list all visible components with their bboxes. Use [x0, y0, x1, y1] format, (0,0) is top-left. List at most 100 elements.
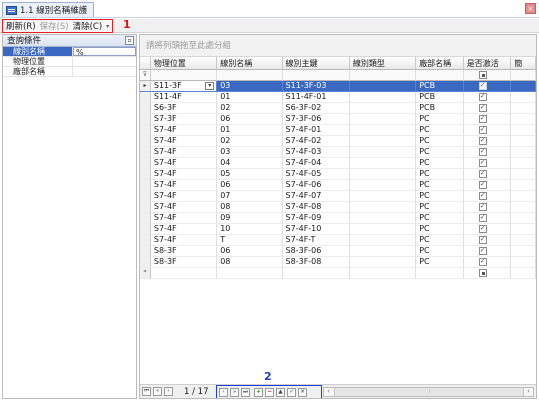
- cell-active[interactable]: [463, 92, 512, 103]
- row-indicator[interactable]: [140, 103, 151, 114]
- cell-plant[interactable]: PC: [416, 246, 464, 257]
- cell-line-type[interactable]: [349, 180, 417, 191]
- filter-active-checkbox[interactable]: [478, 71, 487, 79]
- row-indicator[interactable]: ▸: [140, 81, 151, 92]
- column-header-location[interactable]: 物理位置: [150, 57, 218, 70]
- cell-line-key[interactable]: S7-4F-05: [282, 169, 350, 180]
- cell-line-type[interactable]: [349, 92, 417, 103]
- cell-truncated[interactable]: [511, 202, 536, 213]
- cell-line-key[interactable]: S7-4F-09: [282, 213, 350, 224]
- cell-line-type[interactable]: [349, 158, 417, 169]
- cell-line-type[interactable]: [349, 224, 417, 235]
- active-checkbox[interactable]: [478, 147, 487, 156]
- cell-truncated[interactable]: [511, 191, 536, 202]
- cell-location[interactable]: S11-3F ▾: [150, 81, 218, 92]
- cell-plant[interactable]: PC: [416, 191, 464, 202]
- horizontal-scrollbar[interactable]: ‹ ⦙ ›: [323, 387, 534, 397]
- table-row[interactable]: S8-3F 06 S8-3F-06 PC: [140, 246, 536, 257]
- table-row[interactable]: S7-3F 06 S7-3F-06 PC: [140, 114, 536, 125]
- active-checkbox[interactable]: [478, 246, 487, 255]
- cell-location[interactable]: S7-3F: [150, 114, 218, 125]
- cell-active[interactable]: [463, 136, 512, 147]
- cell-truncated[interactable]: [511, 169, 536, 180]
- cell-line-name[interactable]: 04: [217, 158, 283, 169]
- cell-location[interactable]: S7-4F: [150, 147, 218, 158]
- cell-active[interactable]: [463, 257, 512, 268]
- cell-location[interactable]: S7-4F: [150, 224, 218, 235]
- cell-plant[interactable]: PC: [416, 257, 464, 268]
- row-indicator[interactable]: [140, 114, 151, 125]
- cell-line-type[interactable]: [349, 213, 417, 224]
- cell-location[interactable]: S7-4F: [150, 169, 218, 180]
- active-checkbox[interactable]: [478, 114, 487, 123]
- new-row-cell[interactable]: [463, 268, 512, 279]
- cell-line-key[interactable]: S7-4F-08: [282, 202, 350, 213]
- last-page-button[interactable]: ⏭: [241, 388, 250, 397]
- cell-truncated[interactable]: [511, 180, 536, 191]
- cell-truncated[interactable]: [511, 125, 536, 136]
- cell-line-name[interactable]: 06: [217, 114, 283, 125]
- table-row[interactable]: S7-4F 01 S7-4F-01 PC: [140, 125, 536, 136]
- active-checkbox[interactable]: [478, 158, 487, 167]
- cell-location[interactable]: S7-4F: [150, 213, 218, 224]
- table-row[interactable]: S8-3F 08 S8-3F-08 PC: [140, 257, 536, 268]
- cell-line-key[interactable]: S7-4F-01: [282, 125, 350, 136]
- cell-truncated[interactable]: [511, 224, 536, 235]
- clear-button[interactable]: 清除(C): [73, 20, 103, 32]
- table-row[interactable]: S7-4F 04 S7-4F-04 PC: [140, 158, 536, 169]
- cell-line-key[interactable]: S7-4F-03: [282, 147, 350, 158]
- cell-line-name[interactable]: 01: [217, 125, 283, 136]
- cell-truncated[interactable]: [511, 103, 536, 114]
- cell-line-type[interactable]: [349, 257, 417, 268]
- cell-line-key[interactable]: S7-4F-T: [282, 235, 350, 246]
- cell-active[interactable]: [463, 125, 512, 136]
- save-button[interactable]: 保存(S): [40, 20, 69, 32]
- cell-plant[interactable]: PC: [416, 202, 464, 213]
- next-record-button[interactable]: ›: [219, 388, 228, 397]
- cell-location[interactable]: S7-4F: [150, 191, 218, 202]
- active-checkbox[interactable]: [478, 92, 487, 101]
- active-checkbox[interactable]: [478, 81, 487, 90]
- cell-line-name[interactable]: 07: [217, 191, 283, 202]
- cell-line-name[interactable]: 09: [217, 213, 283, 224]
- cell-line-name[interactable]: 02: [217, 103, 283, 114]
- active-checkbox[interactable]: [478, 191, 487, 200]
- cell-line-key[interactable]: S7-4F-02: [282, 136, 350, 147]
- new-row-cell[interactable]: [217, 268, 283, 279]
- cell-line-key[interactable]: S7-4F-07: [282, 191, 350, 202]
- column-header-line-type[interactable]: 線別類型: [349, 57, 417, 70]
- scroll-left-icon[interactable]: ‹: [324, 388, 333, 396]
- combo-dropdown-icon[interactable]: ▾: [205, 82, 215, 90]
- cell-location[interactable]: S11-4F: [150, 92, 218, 103]
- filter-cell-line-key[interactable]: [282, 70, 350, 81]
- row-indicator[interactable]: [140, 213, 151, 224]
- cell-line-type[interactable]: [349, 125, 417, 136]
- confirm-edit-button[interactable]: ✓: [287, 388, 296, 397]
- add-record-button[interactable]: +: [254, 388, 263, 397]
- cell-plant[interactable]: PC: [416, 158, 464, 169]
- row-indicator[interactable]: [140, 147, 151, 158]
- query-field-input[interactable]: %: [73, 47, 136, 57]
- cell-plant[interactable]: PCB: [416, 103, 464, 114]
- active-checkbox[interactable]: [478, 257, 487, 266]
- cell-plant[interactable]: PC: [416, 213, 464, 224]
- table-row[interactable]: S7-4F 10 S7-4F-10 PC: [140, 224, 536, 235]
- cell-line-type[interactable]: [349, 136, 417, 147]
- previous-page-button[interactable]: «: [153, 387, 162, 396]
- table-row[interactable]: S7-4F 09 S7-4F-09 PC: [140, 213, 536, 224]
- active-checkbox[interactable]: [478, 235, 487, 244]
- cell-line-key[interactable]: S7-4F-10: [282, 224, 350, 235]
- close-button[interactable]: ×: [525, 3, 536, 14]
- cell-line-name[interactable]: 03: [217, 81, 283, 92]
- column-header-plant[interactable]: 廠部名稱: [416, 57, 464, 70]
- filter-cell-plant[interactable]: [416, 70, 464, 81]
- cell-location[interactable]: S7-4F: [150, 202, 218, 213]
- cell-location[interactable]: S7-4F: [150, 136, 218, 147]
- cell-location[interactable]: S7-4F: [150, 125, 218, 136]
- new-row-active-checkbox[interactable]: [478, 269, 487, 277]
- cell-active[interactable]: [463, 180, 512, 191]
- query-field-input[interactable]: [73, 57, 136, 66]
- new-row-cell[interactable]: [511, 268, 536, 279]
- cell-plant[interactable]: PC: [416, 235, 464, 246]
- row-indicator[interactable]: [140, 180, 151, 191]
